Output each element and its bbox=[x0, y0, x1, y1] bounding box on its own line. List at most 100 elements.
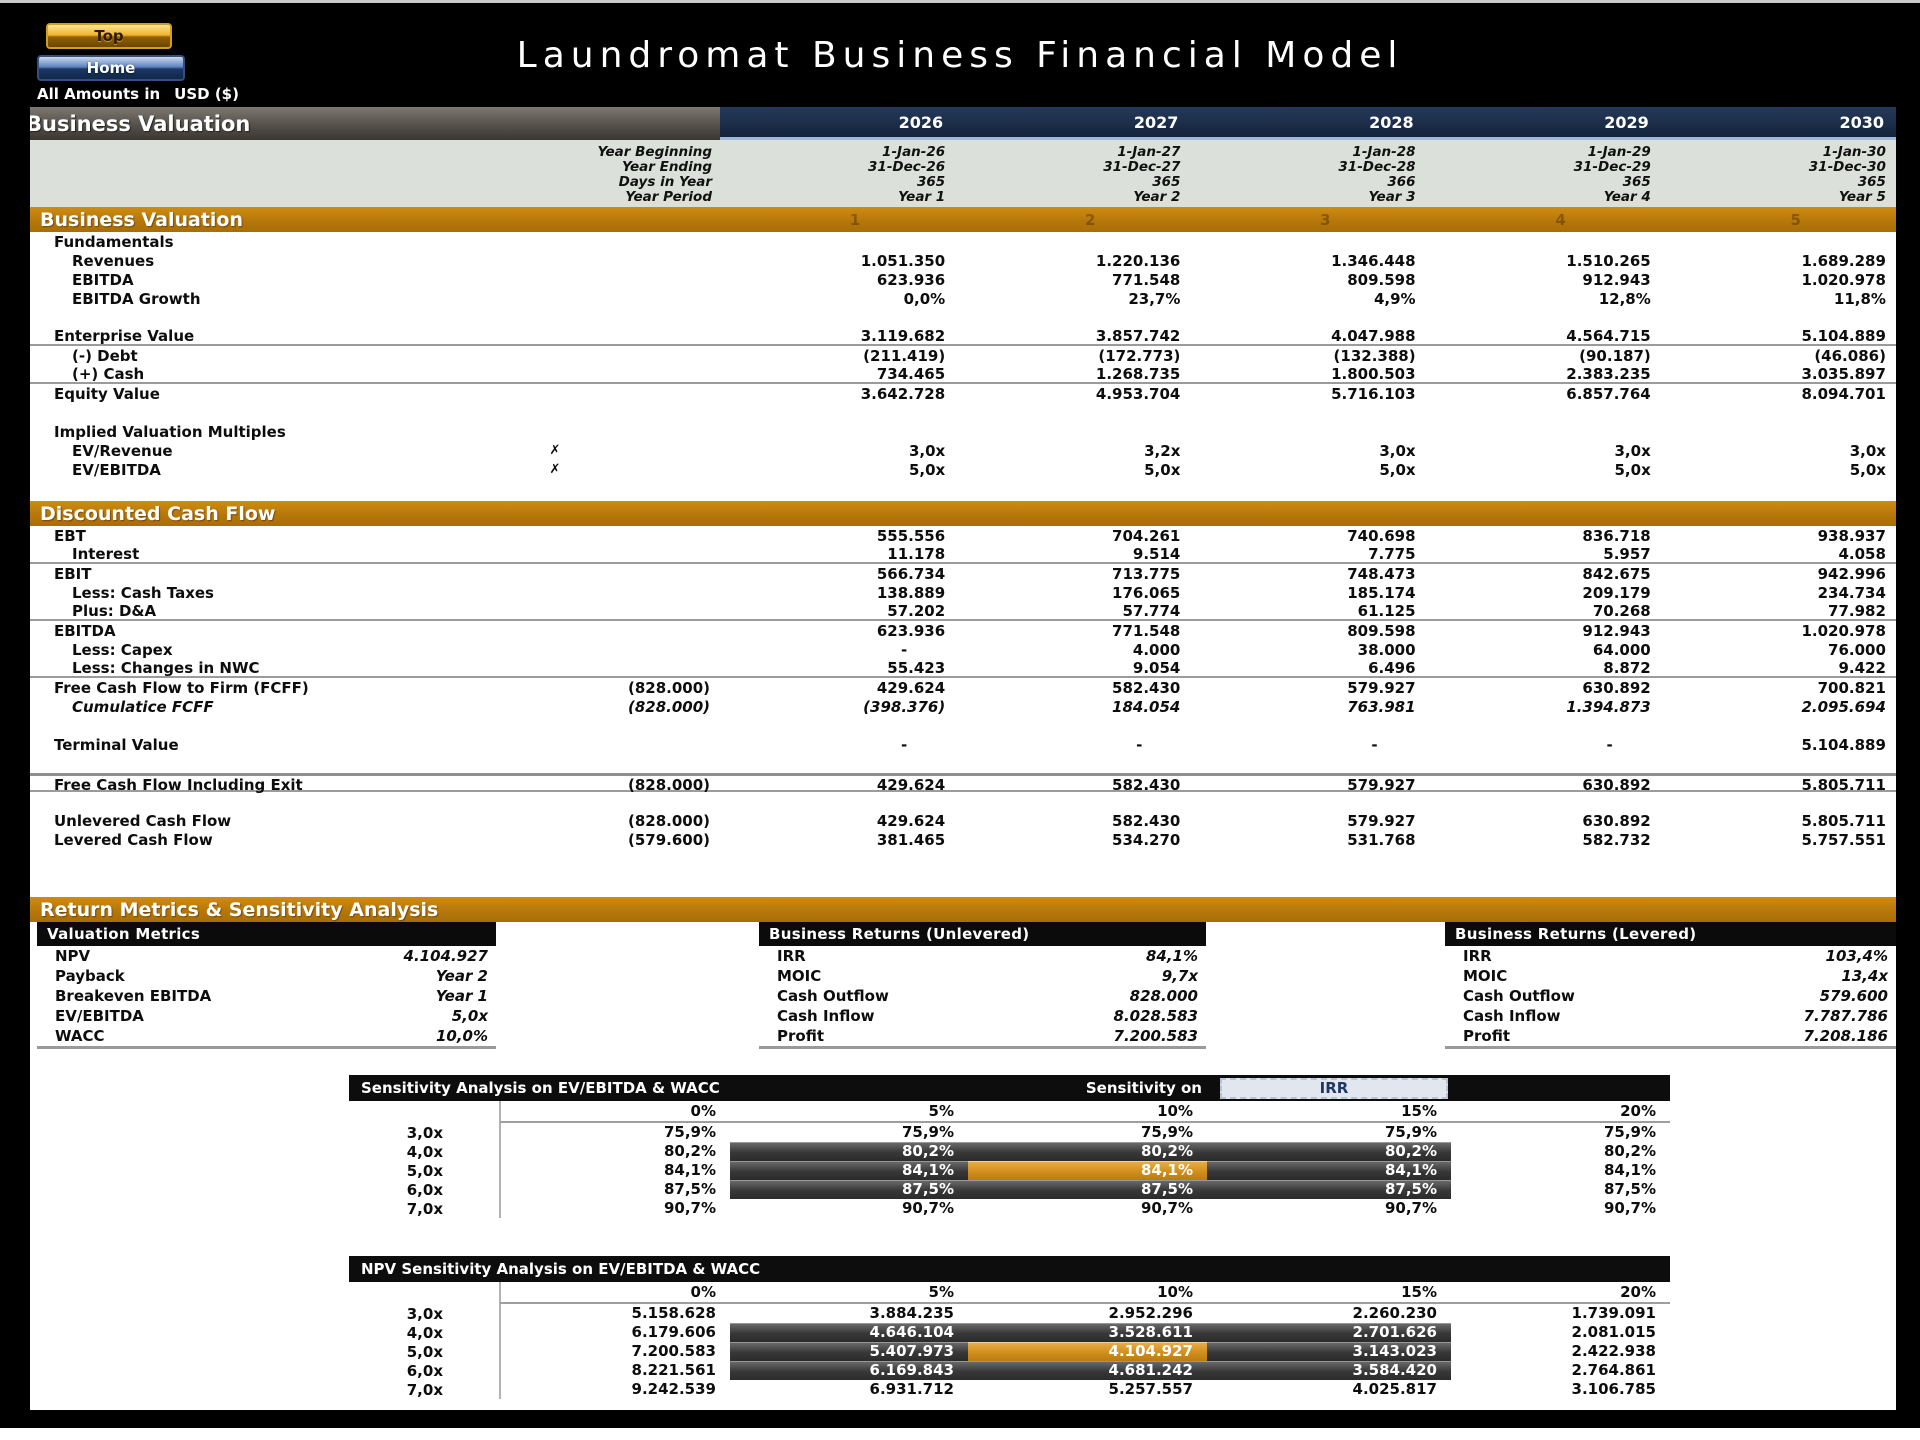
date-row: Year Ending31-Dec-2631-Dec-2731-Dec-2831… bbox=[30, 159, 1896, 174]
row-label: EV/EBITDA bbox=[30, 461, 450, 479]
cell-value: 740.698 bbox=[1190, 527, 1425, 545]
cell-value: 11,8% bbox=[1661, 290, 1896, 308]
cell-value: 5,0x bbox=[720, 461, 955, 479]
cell-value: 534.270 bbox=[955, 831, 1190, 849]
sensitivity-row: 3,0x75,9%75,9%75,9%75,9%75,9% bbox=[349, 1123, 1670, 1142]
wacc-column-header: 5% bbox=[730, 1101, 968, 1123]
row-label: EBT bbox=[30, 527, 450, 545]
multiple-row-header: 7,0x bbox=[349, 1381, 499, 1399]
metric-label: Profit bbox=[759, 1027, 824, 1045]
cell-value: 809.598 bbox=[1190, 271, 1425, 289]
metric-label: Breakeven EBITDA bbox=[37, 987, 211, 1005]
date-row: Year Beginning1-Jan-261-Jan-271-Jan-281-… bbox=[30, 144, 1896, 159]
cell-value: 1.346.448 bbox=[1190, 252, 1425, 270]
cell-value: 5.104.889 bbox=[1661, 736, 1896, 754]
sensitivity-cell: 75,9% bbox=[730, 1123, 968, 1142]
table-row: Plus: D&A57.20257.77461.12570.26877.982 bbox=[30, 602, 1896, 621]
sensitivity-cell: 84,1% bbox=[499, 1161, 730, 1180]
cell-value: 700.821 bbox=[1661, 679, 1896, 697]
cell-value: 4.058 bbox=[1661, 545, 1896, 563]
sensitivity-cell: 84,1% bbox=[1207, 1161, 1451, 1180]
cell-value: 566.734 bbox=[720, 565, 955, 583]
cell-value: 6.496 bbox=[1190, 659, 1425, 677]
spacer-row bbox=[30, 403, 1896, 422]
multiple-row-header: 3,0x bbox=[349, 1305, 499, 1323]
table-row: EBT555.556704.261740.698836.718938.937 bbox=[30, 526, 1896, 545]
metric-selector[interactable]: IRR bbox=[1220, 1078, 1448, 1099]
sensitivity-cell: 5.257.557 bbox=[968, 1380, 1207, 1399]
cell-value: 3,0x bbox=[1190, 442, 1425, 460]
year-header-row: 2026 2027 2028 2029 2030 bbox=[720, 107, 1896, 140]
cell-value: 3.857.742 bbox=[955, 327, 1190, 345]
row-label: (-) Debt bbox=[30, 347, 450, 365]
date-value: 365 bbox=[955, 174, 1190, 190]
cell-value: 8.094.701 bbox=[1661, 385, 1896, 403]
cell-value: 582.732 bbox=[1426, 831, 1661, 849]
cell-value: 3.035.897 bbox=[1661, 365, 1896, 383]
sensitivity-row: 5,0x7.200.5835.407.9734.104.9273.143.023… bbox=[349, 1342, 1670, 1361]
cell-value: 1.689.289 bbox=[1661, 252, 1896, 270]
cell-value: 771.548 bbox=[955, 622, 1190, 640]
table-row: Revenues1.051.3501.220.1361.346.4481.510… bbox=[30, 251, 1896, 270]
cell-value: 579.927 bbox=[1190, 679, 1425, 697]
sensitivity-cell: 2.764.861 bbox=[1451, 1361, 1670, 1380]
panel-row: PaybackYear 2 bbox=[37, 966, 496, 986]
year-column-header: 2027 bbox=[955, 113, 1190, 132]
metric-value: 579.600 bbox=[1820, 987, 1896, 1005]
panel-row: IRR84,1% bbox=[759, 946, 1206, 966]
cell-value: 704.261 bbox=[955, 527, 1190, 545]
cell-value: 2.383.235 bbox=[1426, 365, 1661, 383]
sensitivity-row: 4,0x80,2%80,2%80,2%80,2%80,2% bbox=[349, 1142, 1670, 1161]
spacer-row bbox=[30, 792, 1896, 811]
sensitivity-row: 4,0x6.179.6064.646.1043.528.6112.701.626… bbox=[349, 1323, 1670, 1342]
cell-value: 748.473 bbox=[1190, 565, 1425, 583]
cell-value: 582.430 bbox=[955, 679, 1190, 697]
cell-value: - bbox=[1190, 736, 1425, 754]
cell-value: 623.936 bbox=[720, 271, 955, 289]
sensitivity-row: 7,0x9.242.5396.931.7125.257.5574.025.817… bbox=[349, 1380, 1670, 1399]
sheet-section-title: Business Valuation bbox=[30, 107, 720, 140]
period-number: 5 bbox=[1661, 211, 1896, 229]
sensitivity-cell: 8.221.561 bbox=[499, 1361, 730, 1380]
row-label: EBITDA bbox=[30, 622, 450, 640]
cell-value: 234.734 bbox=[1661, 584, 1896, 602]
sensitivity-cell: 80,2% bbox=[1207, 1142, 1451, 1161]
panel-row: MOIC9,7x bbox=[759, 966, 1206, 986]
row-label: EBITDA Growth bbox=[30, 290, 450, 308]
cell-value: 4.953.704 bbox=[955, 385, 1190, 403]
row-label: Free Cash Flow Including Exit bbox=[30, 776, 450, 794]
row-label: Plus: D&A bbox=[30, 602, 450, 620]
cell-value: - bbox=[720, 641, 955, 659]
period-number: 1 bbox=[720, 211, 955, 229]
table-row: (-) Debt(211.419)(172.773)(132.388)(90.1… bbox=[30, 346, 1896, 365]
panel-row: EV/EBITDA5,0x bbox=[37, 1006, 496, 1026]
sensitivity-cell: 4.025.817 bbox=[1207, 1380, 1451, 1399]
cell-value: 5,0x bbox=[1190, 461, 1425, 479]
multiple-row-header: 6,0x bbox=[349, 1362, 499, 1380]
sensitivity-row: 5,0x84,1%84,1%84,1%84,1%84,1% bbox=[349, 1161, 1670, 1180]
table-row: Cumulatice FCFF(828.000)(398.376)184.054… bbox=[30, 697, 1896, 716]
row-label: EV/Revenue bbox=[30, 442, 450, 460]
date-value: 366 bbox=[1190, 174, 1425, 190]
year-column-header: 2030 bbox=[1661, 113, 1896, 132]
cell-value: 3,0x bbox=[720, 442, 955, 460]
sensitivity-cell: 2.701.626 bbox=[1207, 1323, 1451, 1342]
cell-value: 2.095.694 bbox=[1661, 698, 1896, 716]
metric-label: Payback bbox=[37, 967, 125, 985]
sensitivity-cell: 75,9% bbox=[499, 1123, 730, 1142]
table-row: EBITDA623.936771.548809.598912.9431.020.… bbox=[30, 270, 1896, 289]
cell-value: 938.937 bbox=[1661, 527, 1896, 545]
panel-row: Profit7.208.186 bbox=[1445, 1026, 1896, 1046]
panel-row: Cash Inflow7.787.786 bbox=[1445, 1006, 1896, 1026]
multiple-row-header: 5,0x bbox=[349, 1343, 499, 1361]
year-column-header: 2026 bbox=[720, 113, 955, 132]
metric-value: 10,0% bbox=[436, 1027, 496, 1045]
panel-title: Valuation Metrics bbox=[37, 922, 496, 946]
cell-value: 5,0x bbox=[1426, 461, 1661, 479]
sensitivity-cell: 80,2% bbox=[968, 1142, 1207, 1161]
table-row: Fundamentals bbox=[30, 232, 1896, 251]
cell-value: (211.419) bbox=[720, 347, 955, 365]
spacer-row bbox=[30, 716, 1896, 735]
table-row: Free Cash Flow to Firm (FCFF)(828.000)42… bbox=[30, 678, 1896, 697]
sensitivity-cell: 87,5% bbox=[1207, 1180, 1451, 1199]
